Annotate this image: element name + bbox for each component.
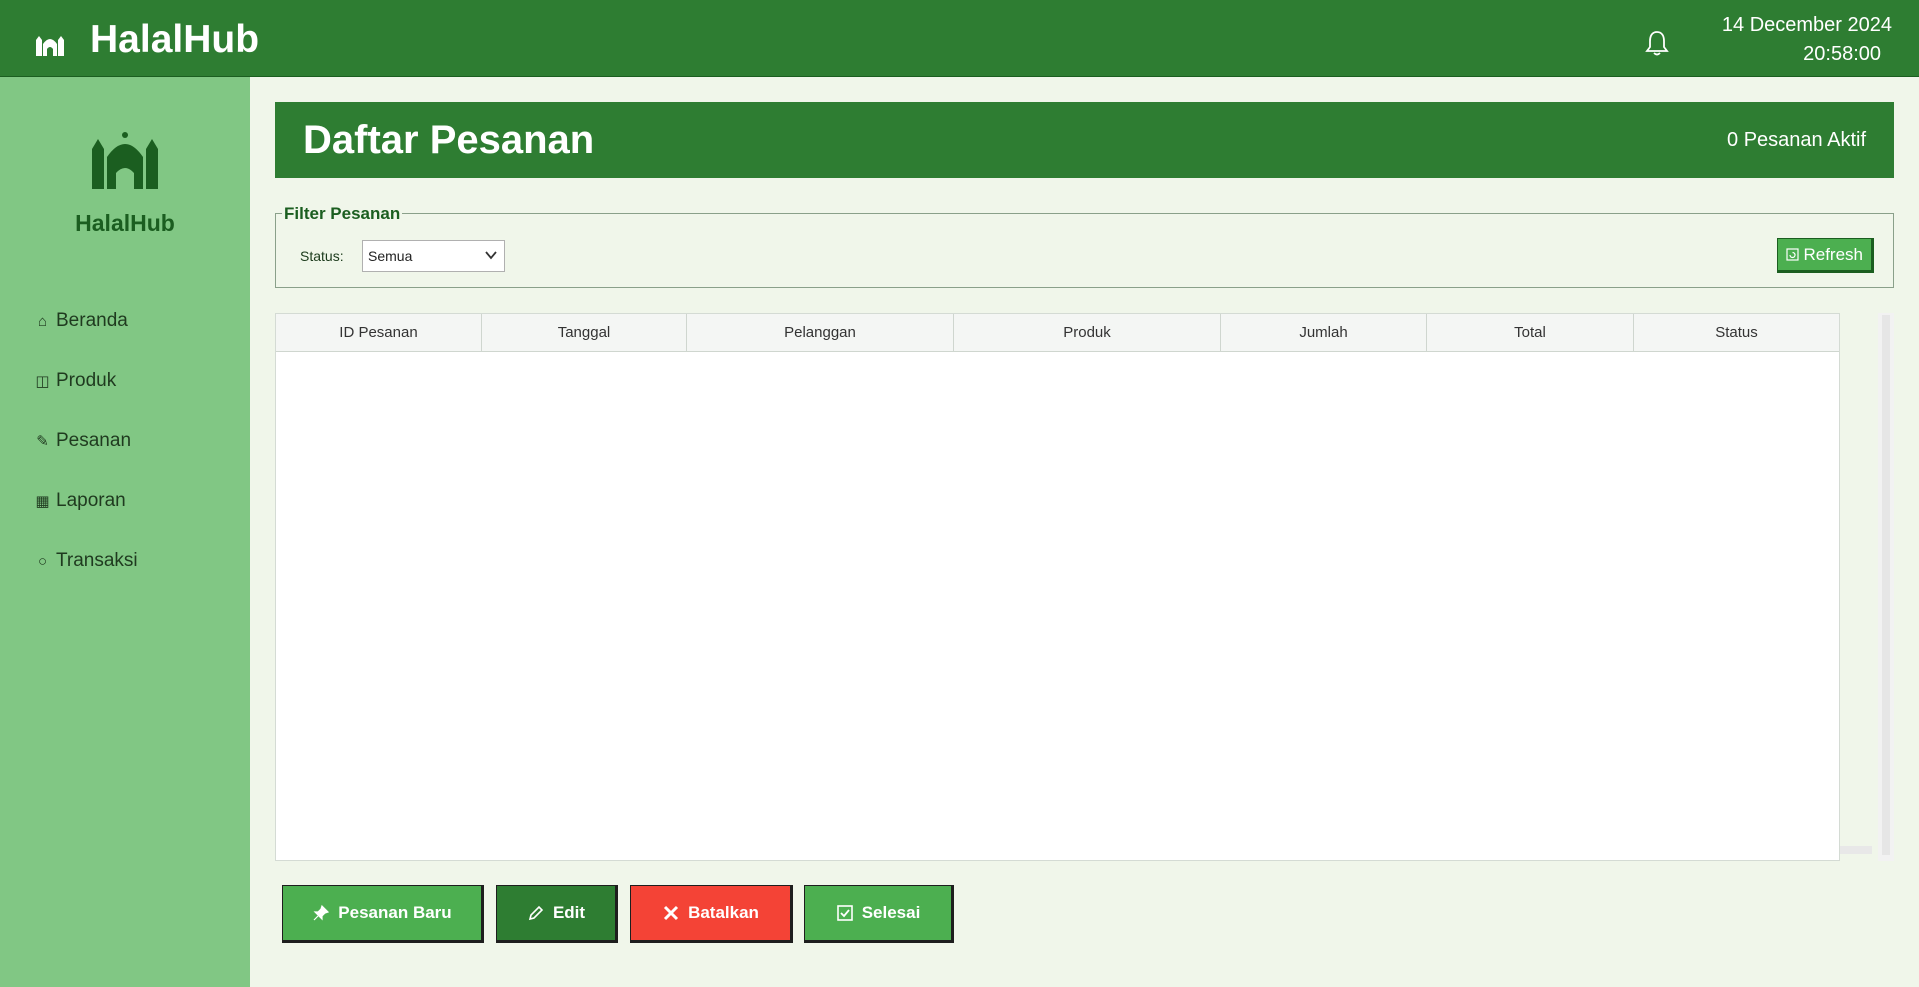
sidebar-item-produk[interactable]: ◫ Produk xyxy=(34,370,116,392)
table-scrollbar[interactable] xyxy=(1878,313,1894,861)
complete-button[interactable]: Selesai xyxy=(804,885,954,943)
brand-name: HalalHub xyxy=(75,210,175,236)
scrollbar-track xyxy=(1882,315,1890,855)
box-icon: ◫ xyxy=(35,373,50,390)
horizontal-scroll-thumb[interactable] xyxy=(1840,846,1872,854)
current-date: 14 December 2024 xyxy=(1721,14,1892,36)
sidebar-item-laporan[interactable]: ▦ Laporan xyxy=(34,490,126,512)
page-title: Daftar Pesanan xyxy=(303,118,595,162)
page-header: Daftar Pesanan 0 Pesanan Aktif xyxy=(275,102,1894,178)
column-header-status[interactable]: Status xyxy=(1634,314,1839,351)
refresh-button[interactable]: Refresh xyxy=(1777,238,1874,273)
active-order-count: 0 Pesanan Aktif xyxy=(1727,129,1866,151)
bar-chart-icon: ▦ xyxy=(35,493,50,510)
edit-button[interactable]: Edit xyxy=(496,885,618,943)
pin-icon xyxy=(313,904,330,921)
edit-label: Edit xyxy=(552,903,586,922)
refresh-label: Refresh xyxy=(1803,244,1863,264)
column-header-total[interactable]: Total xyxy=(1427,314,1634,351)
home-icon: ⌂ xyxy=(37,312,48,330)
sidebar-item-label: Pesanan xyxy=(56,430,132,451)
new-order-label: Pesanan Baru xyxy=(338,903,452,922)
orders-table: ID Pesanan Tanggal Pelanggan Produk Juml… xyxy=(275,313,1840,861)
refresh-icon xyxy=(1786,248,1800,261)
table-header: ID Pesanan Tanggal Pelanggan Produk Juml… xyxy=(276,314,1839,352)
sidebar: HalalHub ⌂ Beranda ◫ Produk ✎ Pesanan ▦ … xyxy=(0,77,250,987)
chevron-down-icon xyxy=(485,251,497,260)
sidebar-item-label: Produk xyxy=(56,370,117,391)
mosque-logo-icon xyxy=(92,132,158,189)
sidebar-item-pesanan[interactable]: ✎ Pesanan xyxy=(34,430,131,452)
cancel-label: Batalkan xyxy=(688,903,759,922)
sidebar-item-label: Transaksi xyxy=(56,550,138,571)
status-select[interactable]: Semua xyxy=(362,240,505,272)
sidebar-item-label: Beranda xyxy=(56,310,128,331)
mosque-icon xyxy=(36,36,64,56)
order-edit-icon: ✎ xyxy=(36,433,49,450)
checkbox-icon xyxy=(836,905,853,921)
table-body xyxy=(276,352,1839,860)
cancel-button[interactable]: Batalkan xyxy=(630,885,793,943)
new-order-button[interactable]: Pesanan Baru xyxy=(282,885,484,943)
column-header-id[interactable]: ID Pesanan xyxy=(276,314,482,351)
filter-panel: Filter Pesanan Status: Semua Refresh xyxy=(275,204,1894,288)
sidebar-item-transaksi[interactable]: ○ Transaksi xyxy=(34,550,138,572)
column-header-jumlah[interactable]: Jumlah xyxy=(1221,314,1427,351)
pencil-icon xyxy=(528,905,544,921)
bell-icon[interactable] xyxy=(1644,29,1670,57)
close-icon xyxy=(664,905,679,921)
complete-label: Selesai xyxy=(861,903,921,922)
column-header-tanggal[interactable]: Tanggal xyxy=(482,314,687,351)
filter-legend: Filter Pesanan xyxy=(282,204,403,224)
status-label: Status: xyxy=(300,248,344,264)
column-header-pelanggan[interactable]: Pelanggan xyxy=(687,314,954,351)
sidebar-item-beranda[interactable]: ⌂ Beranda xyxy=(34,310,128,332)
top-bar: HalalHub 14 December 2024 20:58:00 xyxy=(0,0,1919,77)
money-bag-icon: ○ xyxy=(37,552,48,570)
status-select-value: Semua xyxy=(368,248,413,264)
current-time: 20:58:00 xyxy=(1803,43,1881,65)
app-title: HalalHub xyxy=(90,18,260,61)
sidebar-item-label: Laporan xyxy=(56,490,126,511)
column-header-produk[interactable]: Produk xyxy=(954,314,1221,351)
